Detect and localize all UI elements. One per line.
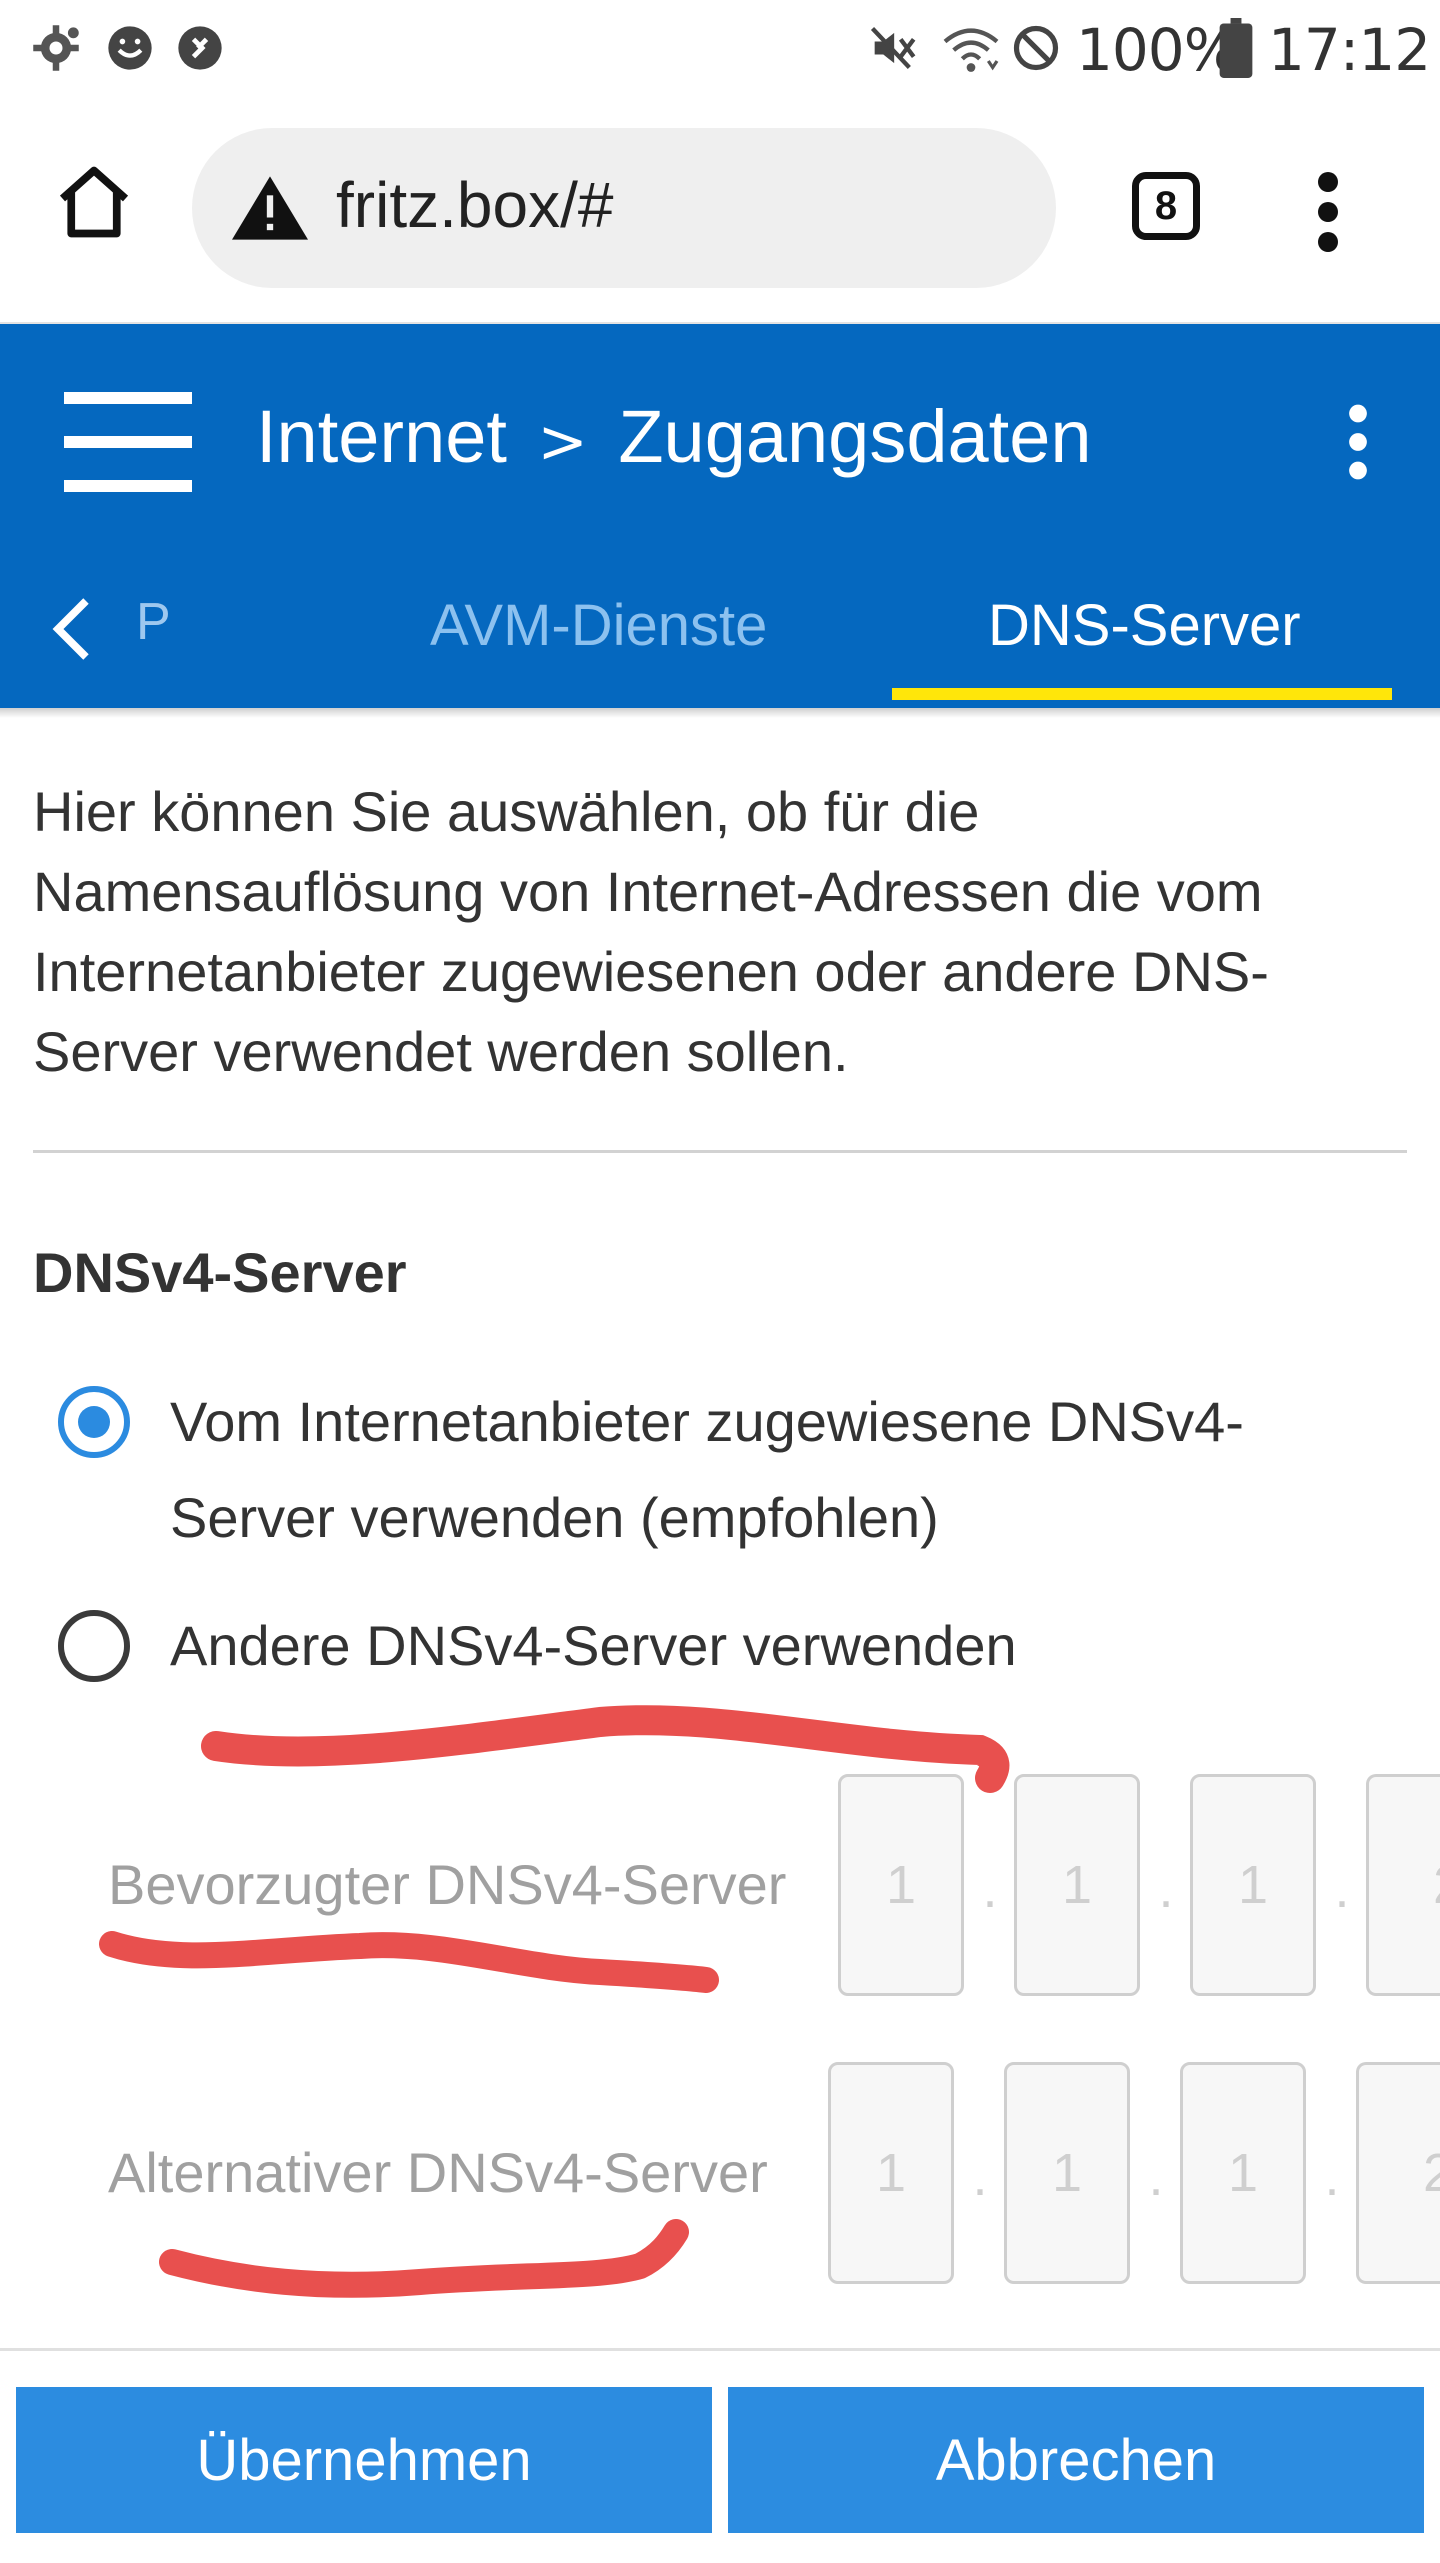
action-bar: Übernehmen Abbrechen xyxy=(0,2348,1440,2563)
ip-separator: . xyxy=(972,2147,988,2207)
wifi-icon xyxy=(943,28,999,72)
radio-isp-dns[interactable] xyxy=(58,1386,130,1458)
tab-partial[interactable]: P xyxy=(136,592,171,652)
face-icon xyxy=(108,26,152,70)
breadcrumb-separator: > xyxy=(537,407,588,477)
clock: 17:12 xyxy=(1268,16,1431,84)
cancel-button[interactable]: Abbrechen xyxy=(728,2387,1424,2533)
preferred-dns-octet-2: 1 xyxy=(1014,1774,1140,1996)
url-text[interactable]: fritz.box/# xyxy=(336,168,613,242)
settings-cog-icon xyxy=(33,25,79,71)
chevron-left-icon[interactable] xyxy=(48,594,96,664)
scribble-under-alternative xyxy=(159,2219,689,2298)
more-vertical-icon[interactable] xyxy=(1336,404,1380,480)
battery-percent: 100% xyxy=(1076,16,1239,84)
more-vertical-icon[interactable] xyxy=(1308,172,1348,252)
breadcrumb: Internet > Zugangsdaten xyxy=(256,394,1092,479)
hamburger-menu-icon[interactable] xyxy=(64,392,192,492)
preferred-dns-octet-3: 1 xyxy=(1190,1774,1316,1996)
scribble-under-preferred xyxy=(99,1931,719,1993)
tab-switcher-button[interactable]: 8 xyxy=(1132,172,1200,240)
alternative-dns-octet-2: 1 xyxy=(1004,2062,1130,2284)
alternative-dns-octet-1: 1 xyxy=(828,2062,954,2284)
header-shadow xyxy=(0,708,1440,718)
alternative-dns-octet-3: 1 xyxy=(1180,2062,1306,2284)
radio-other-dns-label[interactable]: Andere DNSv4-Server verwenden xyxy=(170,1598,1370,1694)
ip-separator: . xyxy=(1324,2147,1340,2207)
browser-toolbar: fritz.box/# 8 xyxy=(0,100,1440,324)
shazam-icon xyxy=(178,26,222,70)
breadcrumb-internet[interactable]: Internet xyxy=(256,395,507,478)
radio-isp-dns-label[interactable]: Vom Internetanbieter zugewiesene DNSv4-S… xyxy=(170,1374,1370,1566)
alternative-dns-label: Alternativer DNSv4-Server xyxy=(108,2141,768,2204)
divider xyxy=(33,1150,1407,1153)
apply-button[interactable]: Übernehmen xyxy=(16,2387,712,2533)
battery-icon xyxy=(1219,18,1253,78)
radio-other-dns[interactable] xyxy=(58,1610,130,1682)
section-title: DNSv4-Server xyxy=(33,1241,407,1304)
warning-triangle-icon[interactable] xyxy=(232,176,308,240)
ip-separator: . xyxy=(1334,1859,1350,1919)
ip-separator: . xyxy=(1148,2147,1164,2207)
home-icon[interactable] xyxy=(52,160,136,244)
ip-separator: . xyxy=(982,1859,998,1919)
status-bar: 100% 17:12 xyxy=(0,0,1440,100)
preferred-dns-octet-1: 1 xyxy=(838,1774,964,1996)
preferred-dns-label: Bevorzugter DNSv4-Server xyxy=(108,1853,787,1916)
preferred-dns-octet-4: 2 xyxy=(1366,1774,1440,1996)
tab-avm-dienste[interactable]: AVM-Dienste xyxy=(430,592,767,659)
alternative-dns-octet-4: 2 xyxy=(1356,2062,1440,2284)
active-tab-indicator xyxy=(892,688,1392,700)
scribble-under-other-dns xyxy=(201,1705,1010,1793)
tab-dns-server[interactable]: DNS-Server xyxy=(988,592,1301,659)
mute-icon xyxy=(870,27,916,69)
intro-text: Hier können Sie auswählen, ob für die Na… xyxy=(33,780,1269,1083)
ip-separator: . xyxy=(1158,1859,1174,1919)
app-header: Internet > Zugangsdaten P AVM-Dienste DN… xyxy=(0,324,1440,708)
breadcrumb-zugangsdaten: Zugangsdaten xyxy=(618,395,1092,478)
do-not-disturb-icon xyxy=(1013,25,1059,71)
address-bar[interactable]: fritz.box/# xyxy=(192,128,1056,288)
